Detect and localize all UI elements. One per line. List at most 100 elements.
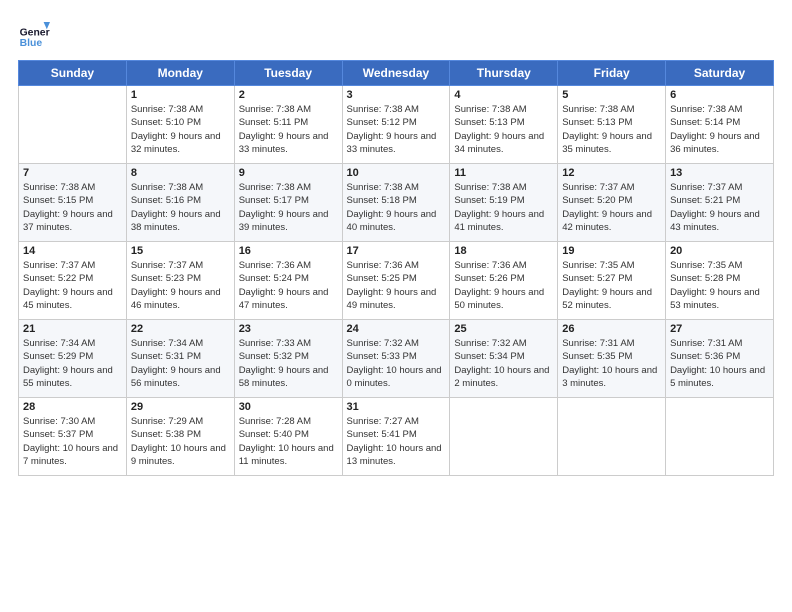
cell-day-number: 23 [239,323,338,335]
calendar-cell: 31Sunrise: 7:27 AMSunset: 5:41 PMDayligh… [342,398,450,476]
cell-day-number: 21 [23,323,122,335]
cell-info: Sunrise: 7:38 AMSunset: 5:19 PMDaylight:… [454,181,553,234]
calendar-cell: 28Sunrise: 7:30 AMSunset: 5:37 PMDayligh… [19,398,127,476]
week-row-4: 28Sunrise: 7:30 AMSunset: 5:37 PMDayligh… [19,398,774,476]
calendar-cell: 15 Sunrise: 7:37 AMSunset: 5:23 PMDayligh… [126,242,234,320]
cell-info: Sunrise: 7:38 AMSunset: 5:13 PMDaylight:… [562,103,661,156]
calendar-cell: 9 Sunrise: 7:38 AMSunset: 5:17 PMDaylight… [234,164,342,242]
cell-info: Sunrise: 7:35 AMSunset: 5:27 PMDaylight:… [562,259,661,312]
calendar-header: Sunday Monday Tuesday Wednesday Thursday… [19,61,774,86]
cell-day-number: 24 [347,323,446,335]
calendar-body: 1 Sunrise: 7:38 AMSunset: 5:10 PMDaylight… [19,86,774,476]
cell-day-number: 31 [347,401,446,413]
cell-info: Sunrise: 7:36 AMSunset: 5:24 PMDaylight:… [239,259,338,312]
calendar-cell: 11 Sunrise: 7:38 AMSunset: 5:19 PMDayligh… [450,164,558,242]
cell-info: Sunrise: 7:32 AMSunset: 5:34 PMDaylight:… [454,337,553,390]
cell-day-number: 16 [239,245,338,257]
cell-info: Sunrise: 7:32 AMSunset: 5:33 PMDaylight:… [347,337,446,390]
week-row-0: 1 Sunrise: 7:38 AMSunset: 5:10 PMDaylight… [19,86,774,164]
cell-day-number: 25 [454,323,553,335]
cell-info: Sunrise: 7:38 AMSunset: 5:12 PMDaylight:… [347,103,446,156]
page: General Blue Sunday Monday Tuesday Wedne… [0,0,792,612]
cell-info: Sunrise: 7:30 AMSunset: 5:37 PMDaylight:… [23,415,122,468]
cell-day-number: 4 [454,89,553,101]
col-saturday: Saturday [666,61,774,86]
col-sunday: Sunday [19,61,127,86]
cell-day-number: 30 [239,401,338,413]
cell-info: Sunrise: 7:37 AMSunset: 5:23 PMDaylight:… [131,259,230,312]
cell-info: Sunrise: 7:28 AMSunset: 5:40 PMDaylight:… [239,415,338,468]
cell-day-number: 22 [131,323,230,335]
cell-info: Sunrise: 7:38 AMSunset: 5:16 PMDaylight:… [131,181,230,234]
col-thursday: Thursday [450,61,558,86]
calendar-cell: 30 Sunrise: 7:28 AMSunset: 5:40 PMDayligh… [234,398,342,476]
calendar-cell: 1 Sunrise: 7:38 AMSunset: 5:10 PMDaylight… [126,86,234,164]
calendar-cell: 18Sunrise: 7:36 AMSunset: 5:26 PMDayligh… [450,242,558,320]
cell-day-number: 11 [454,167,553,179]
cell-info: Sunrise: 7:34 AMSunset: 5:29 PMDaylight:… [23,337,122,390]
calendar-table: Sunday Monday Tuesday Wednesday Thursday… [18,60,774,476]
cell-info: Sunrise: 7:38 AMSunset: 5:17 PMDaylight:… [239,181,338,234]
cell-info: Sunrise: 7:38 AMSunset: 5:13 PMDaylight:… [454,103,553,156]
calendar-cell: 3 Sunrise: 7:38 AMSunset: 5:12 PMDaylight… [342,86,450,164]
cell-day-number: 3 [347,89,446,101]
calendar-cell [450,398,558,476]
cell-info: Sunrise: 7:37 AMSunset: 5:22 PMDaylight:… [23,259,122,312]
cell-info: Sunrise: 7:38 AMSunset: 5:10 PMDaylight:… [131,103,230,156]
calendar-cell [558,398,666,476]
calendar-cell: 7 Sunrise: 7:38 AMSunset: 5:15 PMDaylight… [19,164,127,242]
cell-day-number: 5 [562,89,661,101]
cell-day-number: 29 [131,401,230,413]
calendar-cell: 4 Sunrise: 7:38 AMSunset: 5:13 PMDaylight… [450,86,558,164]
calendar-cell: 22Sunrise: 7:34 AMSunset: 5:31 PMDayligh… [126,320,234,398]
col-wednesday: Wednesday [342,61,450,86]
cell-day-number: 14 [23,245,122,257]
week-row-3: 21 Sunrise: 7:34 AMSunset: 5:29 PMDayligh… [19,320,774,398]
cell-info: Sunrise: 7:37 AMSunset: 5:20 PMDaylight:… [562,181,661,234]
cell-info: Sunrise: 7:31 AMSunset: 5:36 PMDaylight:… [670,337,769,390]
calendar-cell: 2Sunrise: 7:38 AMSunset: 5:11 PMDaylight… [234,86,342,164]
cell-info: Sunrise: 7:38 AMSunset: 5:14 PMDaylight:… [670,103,769,156]
cell-info: Sunrise: 7:29 AMSunset: 5:38 PMDaylight:… [131,415,230,468]
cell-info: Sunrise: 7:31 AMSunset: 5:35 PMDaylight:… [562,337,661,390]
calendar-cell: 12 Sunrise: 7:37 AMSunset: 5:20 PMDayligh… [558,164,666,242]
calendar-cell: 16 Sunrise: 7:36 AMSunset: 5:24 PMDayligh… [234,242,342,320]
calendar-cell: 25 Sunrise: 7:32 AMSunset: 5:34 PMDayligh… [450,320,558,398]
cell-day-number: 17 [347,245,446,257]
cell-day-number: 6 [670,89,769,101]
calendar-cell: 8 Sunrise: 7:38 AMSunset: 5:16 PMDaylight… [126,164,234,242]
cell-day-number: 8 [131,167,230,179]
cell-day-number: 7 [23,167,122,179]
week-row-1: 7 Sunrise: 7:38 AMSunset: 5:15 PMDaylight… [19,164,774,242]
calendar-cell: 5 Sunrise: 7:38 AMSunset: 5:13 PMDaylight… [558,86,666,164]
calendar-cell: 21 Sunrise: 7:34 AMSunset: 5:29 PMDayligh… [19,320,127,398]
cell-info: Sunrise: 7:38 AMSunset: 5:18 PMDaylight:… [347,181,446,234]
cell-day-number: 15 [131,245,230,257]
calendar-cell: 23 Sunrise: 7:33 AMSunset: 5:32 PMDayligh… [234,320,342,398]
calendar-cell: 14 Sunrise: 7:37 AMSunset: 5:22 PMDayligh… [19,242,127,320]
cell-day-number: 26 [562,323,661,335]
cell-day-number: 12 [562,167,661,179]
week-row-2: 14 Sunrise: 7:37 AMSunset: 5:22 PMDayligh… [19,242,774,320]
calendar-cell: 27Sunrise: 7:31 AMSunset: 5:36 PMDayligh… [666,320,774,398]
cell-day-number: 13 [670,167,769,179]
calendar-cell: 13 Sunrise: 7:37 AMSunset: 5:21 PMDayligh… [666,164,774,242]
calendar-cell [666,398,774,476]
svg-text:Blue: Blue [20,38,43,49]
calendar-cell: 20Sunrise: 7:35 AMSunset: 5:28 PMDayligh… [666,242,774,320]
cell-info: Sunrise: 7:33 AMSunset: 5:32 PMDaylight:… [239,337,338,390]
cell-day-number: 2 [239,89,338,101]
col-friday: Friday [558,61,666,86]
calendar-cell: 10Sunrise: 7:38 AMSunset: 5:18 PMDayligh… [342,164,450,242]
cell-day-number: 1 [131,89,230,101]
svg-text:General: General [20,28,50,39]
cell-info: Sunrise: 7:37 AMSunset: 5:21 PMDaylight:… [670,181,769,234]
calendar-cell: 6 Sunrise: 7:38 AMSunset: 5:14 PMDaylight… [666,86,774,164]
cell-day-number: 18 [454,245,553,257]
cell-day-number: 9 [239,167,338,179]
cell-info: Sunrise: 7:38 AMSunset: 5:15 PMDaylight:… [23,181,122,234]
cell-info: Sunrise: 7:36 AMSunset: 5:25 PMDaylight:… [347,259,446,312]
col-monday: Monday [126,61,234,86]
calendar-cell: 17 Sunrise: 7:36 AMSunset: 5:25 PMDayligh… [342,242,450,320]
col-tuesday: Tuesday [234,61,342,86]
